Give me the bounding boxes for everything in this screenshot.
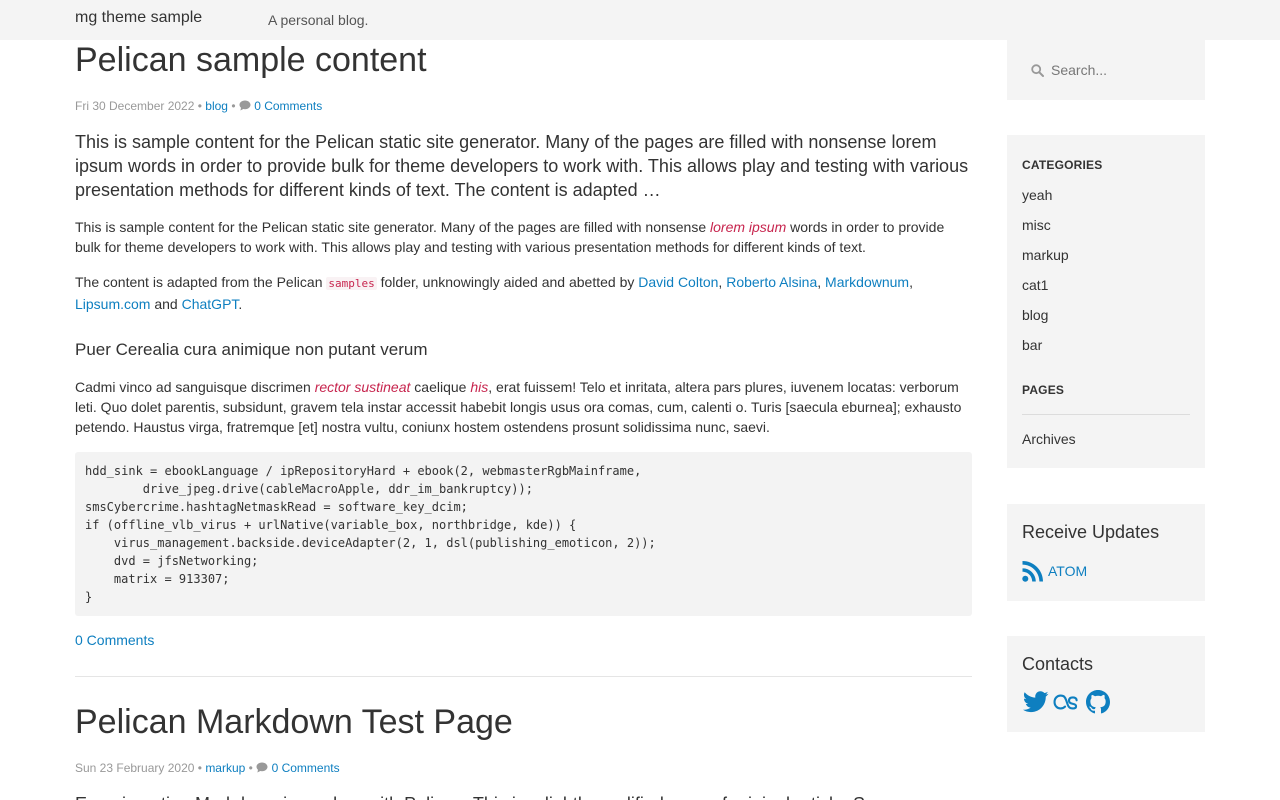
paragraph-text: The content is adapted from the Pelican (75, 274, 327, 290)
meta-separator: • (197, 761, 202, 775)
pages-divider (1022, 414, 1190, 415)
comment-icon (256, 762, 268, 773)
paragraph-text: . (238, 296, 243, 312)
category-link-bar[interactable]: bar (1022, 337, 1042, 353)
emphasis-text: rector sustineat (314, 379, 411, 395)
paragraph-text: folder, unknowingly aided and abetted by (376, 274, 639, 290)
category-link-yeah[interactable]: yeah (1022, 187, 1052, 203)
meta-separator: • (197, 99, 202, 113)
paragraph-text: This is sample content for the Pelican s… (75, 219, 711, 235)
category-link-misc[interactable]: misc (1022, 217, 1051, 233)
github-icon (1085, 690, 1110, 714)
post-meta: Sun 23 February 2020 • markup • 0 Commen… (75, 761, 340, 775)
atom-feed-link[interactable]: ATOM (1022, 559, 1087, 583)
category-link-cat1[interactable]: cat1 (1022, 277, 1048, 293)
meta-separator: • (231, 99, 236, 113)
link-roberto-alsina[interactable]: Roberto Alsina (726, 274, 817, 290)
paragraph-text: and (150, 296, 182, 312)
comments-count: 0 Comments (254, 99, 323, 113)
github-link[interactable] (1084, 690, 1111, 714)
section-heading: Puer Cerealia cura animique non putant v… (75, 340, 428, 359)
categories-widget: CATEGORIES yeah misc markup cat1 blog ba… (1007, 135, 1205, 468)
social-links (1022, 690, 1111, 714)
page-link-archives[interactable]: Archives (1022, 431, 1076, 447)
updates-widget: Receive Updates ATOM (1007, 504, 1205, 601)
post-title-link[interactable]: Pelican Markdown Test Page (75, 703, 513, 741)
post-paragraph: The content is adapted from the Pelican … (75, 272, 955, 315)
link-chatgpt[interactable]: ChatGPT (182, 296, 239, 312)
post-comments-meta-link[interactable]: 0 Comments (239, 99, 322, 113)
comments-count: 0 Comments (271, 761, 340, 775)
paragraph-text: , (909, 274, 913, 290)
post-category-link[interactable]: blog (205, 99, 228, 113)
post-date: Sun 23 February 2020 (75, 761, 195, 775)
category-link-blog[interactable]: blog (1022, 307, 1048, 323)
search-icon (1031, 64, 1044, 77)
inline-code: samples (326, 277, 377, 290)
lastfm-icon (1053, 694, 1078, 710)
pages-heading: PAGES (1022, 383, 1065, 397)
emphasis-text: lorem ipsum (710, 219, 787, 235)
link-lipsum[interactable]: Lipsum.com (75, 296, 150, 312)
atom-label: ATOM (1048, 563, 1088, 579)
link-david-colton[interactable]: David Colton (638, 274, 718, 290)
search-widget (1007, 40, 1205, 100)
twitter-link[interactable] (1022, 690, 1049, 714)
link-markdownum[interactable]: Markdownum (825, 274, 909, 290)
lastfm-link[interactable] (1053, 690, 1080, 714)
site-tagline: A personal blog. (268, 12, 369, 28)
post-title: Pelican Markdown Test Page (75, 702, 513, 742)
paragraph-text: , (817, 274, 826, 290)
post-paragraph: This is sample content for the Pelican s… (75, 217, 955, 257)
post-paragraph: Cadmi vinco ad sanguisque discrimen rect… (75, 377, 972, 437)
contacts-widget: Contacts (1007, 636, 1205, 732)
emphasis-text: his (470, 379, 489, 395)
category-link-markup[interactable]: markup (1022, 247, 1069, 263)
twitter-icon (1022, 691, 1048, 713)
comment-icon (239, 100, 251, 111)
paragraph-text: Cadmi vinco ad sanguisque discrimen (75, 379, 315, 395)
post-summary: Experimenting Markdown in markup with Pe… (75, 792, 972, 800)
post-comments-meta-link[interactable]: 0 Comments (256, 761, 340, 775)
updates-title: Receive Updates (1022, 522, 1160, 542)
search-input[interactable] (1051, 60, 1191, 80)
navbar: mg theme sample A personal blog. (0, 0, 1280, 40)
post-summary: This is sample content for the Pelican s… (75, 132, 969, 200)
paragraph-text: caelique (410, 379, 471, 395)
post-title-link[interactable]: Pelican sample content (75, 41, 427, 79)
comments-link[interactable]: 0 Comments (75, 632, 154, 648)
site-brand-link[interactable]: mg theme sample (75, 9, 202, 27)
categories-heading: CATEGORIES (1022, 158, 1103, 172)
post-meta: Fri 30 December 2022 • blog • 0 Comments (75, 99, 322, 113)
post-date: Fri 30 December 2022 (75, 99, 195, 113)
post-title: Pelican sample content (75, 40, 427, 80)
post-category-link[interactable]: markup (205, 761, 245, 775)
post-divider (75, 676, 972, 677)
rss-icon (1022, 561, 1043, 582)
meta-separator: • (248, 761, 253, 775)
main-content: Pelican sample content Fri 30 December 2… (75, 0, 972, 800)
contacts-title: Contacts (1022, 654, 1094, 674)
code-block: hdd_sink = ebookLanguage / ipRepositoryH… (75, 452, 972, 616)
